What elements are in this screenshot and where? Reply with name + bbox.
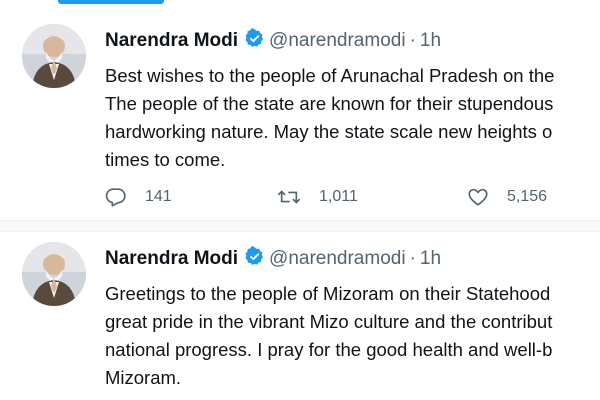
verified-badge-icon: [244, 246, 265, 277]
tweet-header: Narendra Modi @narendramodi · 1h: [105, 244, 600, 274]
active-tab-indicator: [58, 0, 164, 4]
reply-button[interactable]: 141: [105, 182, 172, 212]
header-separator: ·: [409, 30, 416, 51]
tweet-actions: 141 1,011 5,156: [105, 182, 600, 212]
heart-icon: [467, 186, 489, 208]
tweet-text-line: The people of the state are known for th…: [105, 93, 554, 114]
tweet-text-line: hardworking nature. May the state scale …: [105, 121, 553, 142]
tweet-text-line: Mizoram.: [105, 367, 182, 388]
author-name[interactable]: Narendra Modi: [105, 30, 238, 51]
reply-count: 141: [145, 188, 172, 205]
tweet-divider: [0, 220, 600, 232]
tweet-text: Best wishes to the people of Arunachal P…: [105, 62, 600, 174]
retweet-icon: [277, 186, 301, 208]
tweet-text: Greetings to the people of Mizoram on th…: [105, 280, 600, 392]
author-name[interactable]: Narendra Modi: [105, 248, 238, 269]
tweet-text-line: times to come.: [105, 149, 226, 170]
tweet-header: Narendra Modi @narendramodi · 1h: [105, 26, 600, 56]
tweet-text-line: Greetings to the people of Mizoram on th…: [105, 283, 551, 304]
tweet-text-line: national progress. I pray for the good h…: [105, 339, 553, 360]
verified-badge-icon: [244, 28, 265, 59]
avatar[interactable]: [22, 24, 86, 88]
tweet-card[interactable]: Narendra Modi @narendramodi · 1h Best wishe…: [0, 14, 600, 220]
tweet-text-line: great pride in the vibrant Mizo culture …: [105, 311, 553, 332]
tweet-timestamp[interactable]: 1h: [420, 30, 441, 51]
avatar[interactable]: [22, 242, 86, 306]
like-button[interactable]: 5,156: [467, 182, 547, 212]
tweet-timestamp[interactable]: 1h: [420, 248, 441, 269]
tweet-card[interactable]: Narendra Modi @narendramodi · 1h Greetings …: [0, 232, 600, 400]
author-handle[interactable]: @narendramodi: [269, 30, 406, 51]
tweet-text-line: Best wishes to the people of Arunachal P…: [105, 65, 555, 86]
retweet-count: 1,011: [319, 188, 358, 205]
reply-icon: [105, 186, 127, 208]
like-count: 5,156: [507, 188, 548, 205]
header-separator: ·: [409, 248, 416, 269]
author-handle[interactable]: @narendramodi: [269, 248, 406, 269]
retweet-button[interactable]: 1,011: [277, 182, 358, 212]
